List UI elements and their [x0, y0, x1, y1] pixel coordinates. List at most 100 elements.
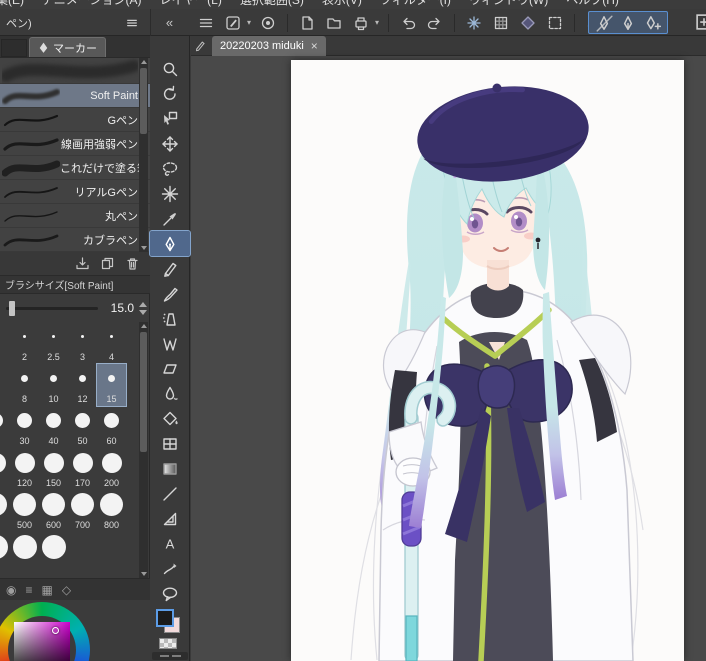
tool-move-layer[interactable]: [150, 131, 190, 156]
brush-size-preset[interactable]: 30: [10, 406, 39, 448]
brush-size-preset-cut[interactable]: [0, 322, 10, 364]
tool-frame[interactable]: [150, 431, 190, 456]
brush-size-preset-cut[interactable]: [0, 532, 10, 574]
menu-item-animation[interactable]: アニメーション(A): [42, 0, 142, 9]
open-folder-button[interactable]: [324, 13, 344, 33]
tool-gradient[interactable]: [150, 456, 190, 481]
brush-row-partial[interactable]: [0, 58, 150, 84]
brush-size-preset[interactable]: 600: [39, 490, 68, 532]
chevron-down-icon[interactable]: ▾: [247, 18, 251, 27]
collapse-panel-button[interactable]: «: [150, 9, 188, 36]
brush-size-preset[interactable]: [10, 532, 39, 574]
brush-size-preset[interactable]: 10: [39, 364, 68, 406]
menu-item-view[interactable]: 表示(V): [322, 0, 362, 9]
tool-airbrush[interactable]: [150, 306, 190, 331]
panel-menu-button[interactable]: [122, 13, 142, 33]
chevron-down-icon[interactable]: ▾: [375, 18, 379, 27]
material-button[interactable]: [518, 13, 538, 33]
brush-size-preset[interactable]: 700: [68, 490, 97, 532]
brush-size-preset[interactable]: 120: [10, 448, 39, 490]
tool-preview-button[interactable]: [223, 13, 243, 33]
tab-color-set[interactable]: ▦: [42, 583, 53, 597]
brush-size-preset-cut[interactable]: [0, 448, 10, 490]
register-button[interactable]: [258, 13, 278, 33]
scrollbar-thumb[interactable]: [140, 68, 147, 134]
duplicate-subtool-button[interactable]: [100, 256, 115, 271]
size-grid-scrollbar[interactable]: [139, 322, 148, 578]
tool-auto-select[interactable]: [150, 181, 190, 206]
brush-row-g-pen[interactable]: Gペン: [0, 108, 150, 132]
delete-subtool-button[interactable]: [125, 256, 140, 271]
pen-slash-button[interactable]: [594, 13, 614, 33]
foreground-color-chip[interactable]: [156, 609, 174, 627]
brush-size-preset[interactable]: 12: [68, 364, 97, 406]
tool-blend[interactable]: [150, 381, 190, 406]
tool-text[interactable]: A: [150, 531, 190, 556]
brush-size-preset[interactable]: 2.5: [39, 322, 68, 364]
brush-size-preset[interactable]: 800: [97, 490, 126, 532]
menu-item-edit[interactable]: 編集(E): [0, 0, 24, 9]
tool-pen[interactable]: [149, 230, 191, 257]
new-page-button[interactable]: [297, 13, 317, 33]
brush-size-preset-cut[interactable]: [0, 490, 10, 532]
spinner-down-icon[interactable]: [139, 309, 147, 315]
canvas-page[interactable]: [291, 60, 684, 661]
tab-color-slider[interactable]: ≡: [25, 583, 32, 597]
brush-size-preset[interactable]: 3: [68, 322, 97, 364]
brush-size-preset[interactable]: 200: [97, 448, 126, 490]
brush-size-preset[interactable]: 4: [97, 322, 126, 364]
tool-fill[interactable]: [150, 406, 190, 431]
undo-button[interactable]: [398, 13, 418, 33]
menu-item-window[interactable]: ウィンドウ(W): [469, 0, 548, 9]
menu-item-filter[interactable]: フィルター(I): [380, 0, 451, 9]
tool-eyedropper[interactable]: [150, 206, 190, 231]
tool-eraser[interactable]: [150, 356, 190, 381]
pen-button[interactable]: [618, 13, 638, 33]
grid-button[interactable]: [491, 13, 511, 33]
brush-size-preset-selected[interactable]: 15: [96, 363, 127, 407]
tool-figure[interactable]: [150, 481, 190, 506]
brush-row-kabura-pen[interactable]: カブラペン: [0, 228, 150, 252]
scrollbar-thumb[interactable]: [140, 332, 147, 452]
brush-size-preset[interactable]: 500: [10, 490, 39, 532]
tool-strip-grip[interactable]: [152, 652, 188, 660]
brush-size-preset-cut[interactable]: [0, 364, 10, 406]
transparent-color-chip[interactable]: [159, 638, 177, 649]
redo-button[interactable]: [425, 13, 445, 33]
pen-add-button[interactable]: [642, 13, 662, 33]
subtool-t ab-marker[interactable]: マーカー: [29, 37, 106, 57]
brush-row-maru-pen[interactable]: 丸ペン: [0, 204, 150, 228]
brush-size-slider[interactable]: [6, 300, 98, 316]
brush-size-preset[interactable]: [39, 532, 68, 574]
scroll-down-icon[interactable]: [140, 246, 147, 250]
scroll-up-icon[interactable]: [140, 324, 147, 328]
tool-zoom[interactable]: [150, 56, 190, 81]
brush-size-preset[interactable]: 60: [97, 406, 126, 448]
main-menu-button[interactable]: [196, 13, 216, 33]
menu-item-help[interactable]: ヘルプ(H): [566, 0, 619, 9]
menu-item-select[interactable]: 選択範囲(S): [240, 0, 304, 9]
tool-brush[interactable]: [150, 281, 190, 306]
export-button[interactable]: [351, 13, 371, 33]
tool-pencil[interactable]: [150, 256, 190, 281]
selection-launcher-button[interactable]: [545, 13, 565, 33]
brush-row-lineart-pen[interactable]: 線画用強弱ペン: [0, 132, 150, 156]
tool-selection[interactable]: [150, 156, 190, 181]
brush-row-soft-paint[interactable]: Soft Paint: [0, 84, 150, 108]
toolbar-icon-cut[interactable]: [694, 12, 706, 32]
menu-item-layer[interactable]: レイヤー(L): [160, 0, 222, 9]
import-subtool-button[interactable]: [75, 256, 90, 271]
brush-size-preset[interactable]: 170: [68, 448, 97, 490]
subtool-tab-stub[interactable]: [1, 39, 27, 57]
brush-size-preset[interactable]: 150: [39, 448, 68, 490]
slider-handle[interactable]: [9, 300, 15, 316]
spinner-up-icon[interactable]: [139, 301, 147, 307]
brush-size-preset[interactable]: 40: [39, 406, 68, 448]
tool-decoration[interactable]: [150, 331, 190, 356]
scroll-up-icon[interactable]: [140, 60, 147, 64]
brush-size-preset[interactable]: 8: [10, 364, 39, 406]
saturation-value-square[interactable]: [14, 622, 70, 661]
brush-row-paint-brush[interactable]: これだけで塗る筆: [0, 156, 150, 180]
tab-color-mixer[interactable]: ◇: [62, 583, 71, 597]
brush-size-preset[interactable]: 50: [68, 406, 97, 448]
